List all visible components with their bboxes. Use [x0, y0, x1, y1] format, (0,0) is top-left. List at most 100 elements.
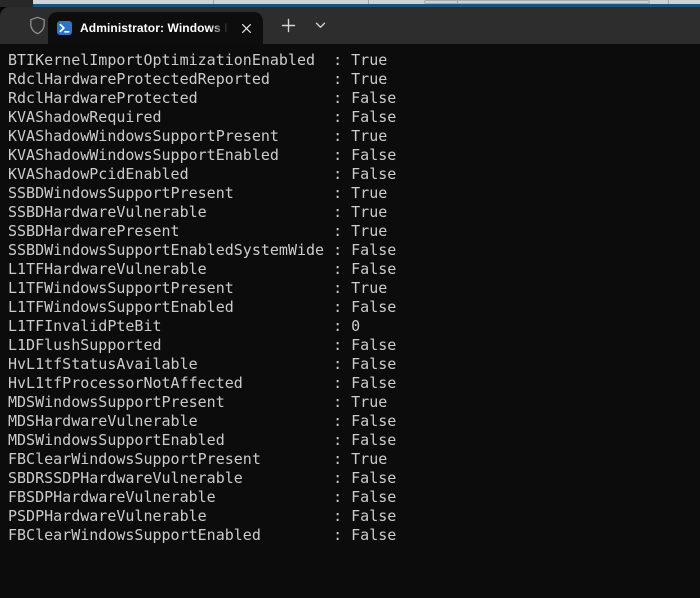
colon-separator: : [324, 488, 351, 507]
powershell-icon [57, 21, 72, 35]
colon-separator: : [324, 89, 351, 108]
terminal-output[interactable]: BTIKernelImportOptimizationEnabled:TrueR… [0, 44, 700, 598]
colon-separator: : [324, 241, 351, 260]
setting-value: False [351, 355, 396, 373]
colon-separator: : [324, 127, 351, 146]
colon-separator: : [324, 317, 351, 336]
colon-separator: : [324, 336, 351, 355]
colon-separator: : [324, 393, 351, 412]
colon-separator: : [324, 260, 351, 279]
setting-name: SBDRSSDPHardwareVulnerable [8, 469, 324, 488]
tab-dropdown-button[interactable] [304, 7, 336, 44]
output-line: KVAShadowWindowsSupportPresent:True [8, 127, 700, 146]
setting-name: MDSHardwareVulnerable [8, 412, 324, 431]
colon-separator: : [324, 412, 351, 431]
setting-name: L1TFWindowsSupportEnabled [8, 298, 324, 317]
setting-value: False [351, 108, 396, 126]
setting-value: False [351, 260, 396, 278]
setting-value: False [351, 412, 396, 430]
window-corner-backdrop [0, 0, 33, 7]
setting-value: False [351, 165, 396, 183]
setting-name: L1TFWindowsSupportPresent [8, 279, 324, 298]
setting-name: SSBDHardwarePresent [8, 222, 324, 241]
setting-value: True [351, 450, 387, 468]
setting-name: PSDPHardwareVulnerable [8, 507, 324, 526]
output-line: HvL1tfProcessorNotAffected:False [8, 374, 700, 393]
output-line: L1DFlushSupported:False [8, 336, 700, 355]
setting-value: True [351, 51, 387, 69]
setting-name: MDSWindowsSupportEnabled [8, 431, 324, 450]
output-line: RdclHardwareProtected:False [8, 89, 700, 108]
setting-name: KVAShadowWindowsSupportPresent [8, 127, 324, 146]
tab-powershell[interactable]: Administrator: Windows Powe [48, 12, 263, 44]
output-line: L1TFHardwareVulnerable:False [8, 260, 700, 279]
setting-name: HvL1tfStatusAvailable [8, 355, 324, 374]
tab-close-button[interactable] [236, 18, 256, 38]
setting-name: MDSWindowsSupportPresent [8, 393, 324, 412]
output-line: MDSWindowsSupportPresent:True [8, 393, 700, 412]
colon-separator: : [324, 298, 351, 317]
shield-icon [29, 16, 46, 35]
output-line: HvL1tfStatusAvailable:False [8, 355, 700, 374]
colon-separator: : [324, 108, 351, 127]
setting-value: True [351, 222, 387, 240]
setting-name: FBClearWindowsSupportPresent [8, 450, 324, 469]
setting-value: False [351, 431, 396, 449]
colon-separator: : [324, 165, 351, 184]
colon-separator: : [324, 469, 351, 488]
setting-name: KVAShadowPcidEnabled [8, 165, 324, 184]
setting-value: True [351, 203, 387, 221]
output-line: KVAShadowWindowsSupportEnabled:False [8, 146, 700, 165]
output-line: KVAShadowRequired:False [8, 108, 700, 127]
colon-separator: : [324, 184, 351, 203]
colon-separator: : [324, 450, 351, 469]
output-line: RdclHardwareProtectedReported:True [8, 70, 700, 89]
terminal-tab-bar: Administrator: Windows Powe [0, 7, 700, 44]
chevron-down-icon [315, 22, 326, 29]
colon-separator: : [324, 51, 351, 70]
output-line: PSDPHardwareVulnerable:False [8, 507, 700, 526]
setting-name: SSBDWindowsSupportEnabledSystemWide [8, 241, 324, 260]
setting-value: False [351, 469, 396, 487]
colon-separator: : [324, 526, 351, 545]
colon-separator: : [324, 374, 351, 393]
output-line: L1TFWindowsSupportEnabled:False [8, 298, 700, 317]
colon-separator: : [324, 203, 351, 222]
setting-name: KVAShadowRequired [8, 108, 324, 127]
colon-separator: : [324, 507, 351, 526]
setting-value: True [351, 127, 387, 145]
colon-separator: : [324, 146, 351, 165]
output-lines: BTIKernelImportOptimizationEnabled:TrueR… [8, 51, 700, 545]
output-line: FBClearWindowsSupportPresent:True [8, 450, 700, 469]
setting-name: L1DFlushSupported [8, 336, 324, 355]
new-tab-button[interactable] [270, 7, 306, 44]
colon-separator: : [324, 70, 351, 89]
admin-elevation-indicator [26, 7, 48, 44]
output-line: FBSDPHardwareVulnerable:False [8, 488, 700, 507]
setting-value: True [351, 279, 387, 297]
colon-separator: : [324, 222, 351, 241]
tab-title: Administrator: Windows Powe [80, 12, 228, 44]
colon-separator: : [324, 431, 351, 450]
output-line: L1TFWindowsSupportPresent:True [8, 279, 700, 298]
setting-value: True [351, 393, 387, 411]
setting-name: L1TFInvalidPteBit [8, 317, 324, 336]
setting-value: False [351, 526, 396, 544]
setting-name: RdclHardwareProtectedReported [8, 70, 324, 89]
setting-value: False [351, 298, 396, 316]
output-line: SBDRSSDPHardwareVulnerable:False [8, 469, 700, 488]
output-line: SSBDWindowsSupportPresent:True [8, 184, 700, 203]
setting-name: FBClearWindowsSupportEnabled [8, 526, 324, 545]
setting-name: KVAShadowWindowsSupportEnabled [8, 146, 324, 165]
setting-value: False [351, 374, 396, 392]
output-line: L1TFInvalidPteBit:0 [8, 317, 700, 336]
output-line: MDSHardwareVulnerable:False [8, 412, 700, 431]
setting-value: False [351, 488, 396, 506]
colon-separator: : [324, 355, 351, 374]
setting-name: L1TFHardwareVulnerable [8, 260, 324, 279]
setting-value: 0 [351, 317, 360, 335]
setting-value: False [351, 146, 396, 164]
setting-name: SSBDWindowsSupportPresent [8, 184, 324, 203]
setting-value: True [351, 70, 387, 88]
setting-name: HvL1tfProcessorNotAffected [8, 374, 324, 393]
